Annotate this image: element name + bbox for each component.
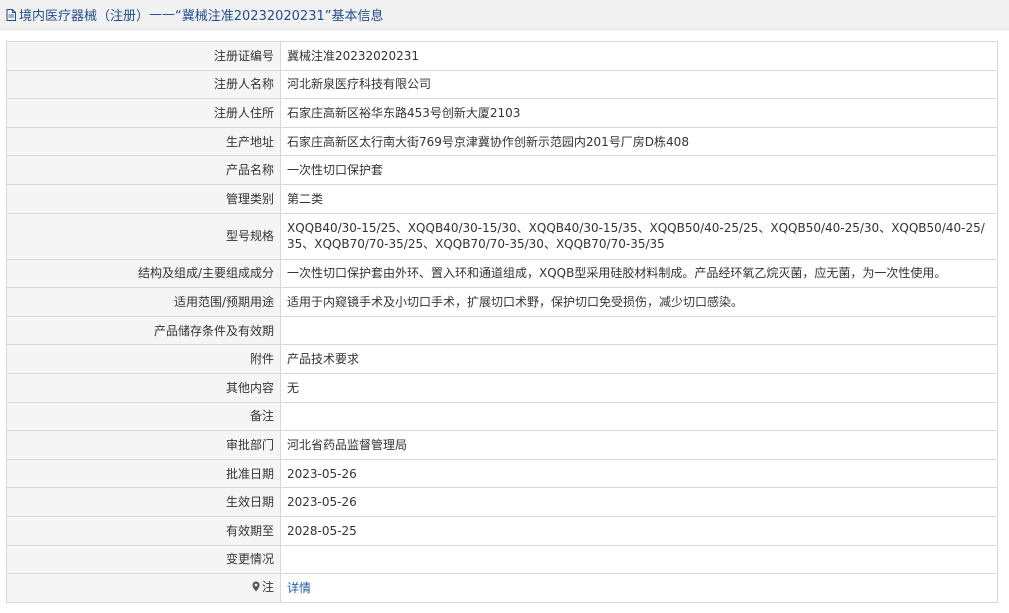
table-row: 产品名称 一次性切口保护套 <box>6 155 998 185</box>
row-label: 适用范围/预期用途 <box>6 287 281 317</box>
page-header: 境内医疗器械（注册） —— “冀械注准20232020231”基本信息 <box>0 0 1009 30</box>
table-row: 注册人住所 石家庄高新区裕华东路453号创新大厦2103 <box>6 98 998 128</box>
table-row: 生产地址 石家庄高新区太行南大街769号京津冀协作创新示范园内201号厂房D栋4… <box>6 126 998 157</box>
table-row-note: 注 详情 <box>6 573 998 603</box>
row-value: XQQB40/30-15/25、XQQB40/30-15/30、XQQB40/3… <box>280 212 998 260</box>
table-row: 注册证编号 冀械注准20232020231 <box>6 41 998 71</box>
row-value: 无 <box>280 372 998 403</box>
row-label: 注册人住所 <box>6 98 281 128</box>
row-label: 备注 <box>6 401 281 432</box>
info-table-container: 注册证编号 冀械注准20232020231 注册人名称 河北新泉医疗科技有限公司… <box>6 41 998 603</box>
row-value: 产品技术要求 <box>280 344 998 374</box>
row-value <box>280 544 998 575</box>
table-row: 批准日期 2023-05-26 <box>6 458 998 489</box>
row-label: 审批部门 <box>6 430 281 460</box>
table-row: 附件 产品技术要求 <box>6 344 998 374</box>
table-row: 注册人名称 河北新泉医疗科技有限公司 <box>6 69 998 100</box>
row-value: 石家庄高新区裕华东路453号创新大厦2103 <box>280 98 998 128</box>
info-table: 注册证编号 冀械注准20232020231 注册人名称 河北新泉医疗科技有限公司… <box>6 41 998 603</box>
location-pin-icon <box>252 580 260 596</box>
table-row: 生效日期 2023-05-26 <box>6 487 998 517</box>
row-value <box>280 401 998 432</box>
table-row: 审批部门 河北省药品监督管理局 <box>6 430 998 460</box>
row-label: 有效期至 <box>6 515 281 546</box>
table-row: 备注 <box>6 401 998 432</box>
row-value: 一次性切口保护套由外环、置入环和通道组成，XQQB型采用硅胶材料制成。产品经环氧… <box>280 258 998 289</box>
note-label: 注 <box>261 580 274 595</box>
table-row: 适用范围/预期用途 适用于内窥镜手术及小切口手术，扩展切口术野，保护切口免受损伤… <box>6 287 998 317</box>
row-label: 注册证编号 <box>6 41 281 71</box>
row-value: 2023-05-26 <box>280 487 998 517</box>
row-label: 变更情况 <box>6 544 281 575</box>
table-row: 型号规格 XQQB40/30-15/25、XQQB40/30-15/30、XQQ… <box>6 212 998 260</box>
row-value <box>280 315 998 346</box>
details-link[interactable]: 详情 <box>287 581 311 595</box>
row-label: 注册人名称 <box>6 69 281 100</box>
row-label: 生效日期 <box>6 487 281 517</box>
table-row: 管理类别 第二类 <box>6 183 998 214</box>
table-row: 产品储存条件及有效期 <box>6 315 998 346</box>
row-value: 2028-05-25 <box>280 515 998 546</box>
row-label: 产品储存条件及有效期 <box>6 315 281 346</box>
row-label: 型号规格 <box>6 212 281 260</box>
header-separator: —— <box>149 7 176 22</box>
row-value: 一次性切口保护套 <box>280 155 998 185</box>
row-value: 河北新泉医疗科技有限公司 <box>280 69 998 100</box>
header-prefix: 境内医疗器械（注册） <box>19 9 150 24</box>
row-label: 管理类别 <box>6 183 281 214</box>
row-value: 第二类 <box>280 183 998 214</box>
row-label: 批准日期 <box>6 458 281 489</box>
note-value-cell: 详情 <box>280 573 998 603</box>
table-row: 有效期至 2028-05-25 <box>6 515 998 546</box>
row-label: 产品名称 <box>6 155 281 185</box>
row-value: 冀械注准20232020231 <box>280 41 998 71</box>
table-row: 其他内容 无 <box>6 372 998 403</box>
page-title: “冀械注准20232020231”基本信息 <box>175 9 384 24</box>
table-row: 变更情况 <box>6 544 998 575</box>
row-value: 石家庄高新区太行南大街769号京津冀协作创新示范园内201号厂房D栋408 <box>280 126 998 157</box>
row-label: 附件 <box>6 344 281 374</box>
row-value: 适用于内窥镜手术及小切口手术，扩展切口术野，保护切口免受损伤，减少切口感染。 <box>280 287 998 317</box>
row-label: 结构及组成/主要组成成分 <box>6 258 281 289</box>
note-label-cell: 注 <box>6 573 281 603</box>
document-icon <box>6 8 16 21</box>
row-value: 河北省药品监督管理局 <box>280 430 998 460</box>
table-row: 结构及组成/主要组成成分 一次性切口保护套由外环、置入环和通道组成，XQQB型采… <box>6 258 998 289</box>
row-label: 其他内容 <box>6 372 281 403</box>
row-label: 生产地址 <box>6 126 281 157</box>
row-value: 2023-05-26 <box>280 458 998 489</box>
